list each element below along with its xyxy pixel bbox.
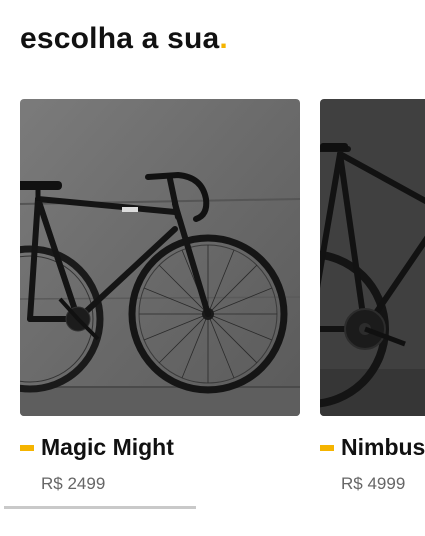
product-image[interactable] (20, 99, 300, 416)
bike-photo-magic-might (20, 99, 300, 416)
accent-bar-icon (320, 444, 334, 451)
product-carousel[interactable]: Magic Might R$ 2499 Nimbus R$ 4999 (0, 0, 425, 536)
product-price: R$ 4999 (341, 474, 406, 493)
product-card[interactable]: Magic Might R$ 2499 (20, 99, 300, 494)
product-name-row: Nimbus (320, 434, 425, 461)
bike-photo-nimbus (320, 99, 425, 416)
product-price: R$ 2499 (41, 474, 106, 493)
product-name[interactable]: Nimbus (341, 434, 425, 461)
product-card[interactable]: Nimbus R$ 4999 (320, 99, 425, 494)
product-name[interactable]: Magic Might (41, 434, 174, 461)
product-image[interactable] (320, 99, 425, 416)
carousel-scrollbar[interactable] (4, 506, 196, 509)
accent-bar-icon (20, 444, 34, 451)
product-name-row: Magic Might (20, 434, 300, 461)
